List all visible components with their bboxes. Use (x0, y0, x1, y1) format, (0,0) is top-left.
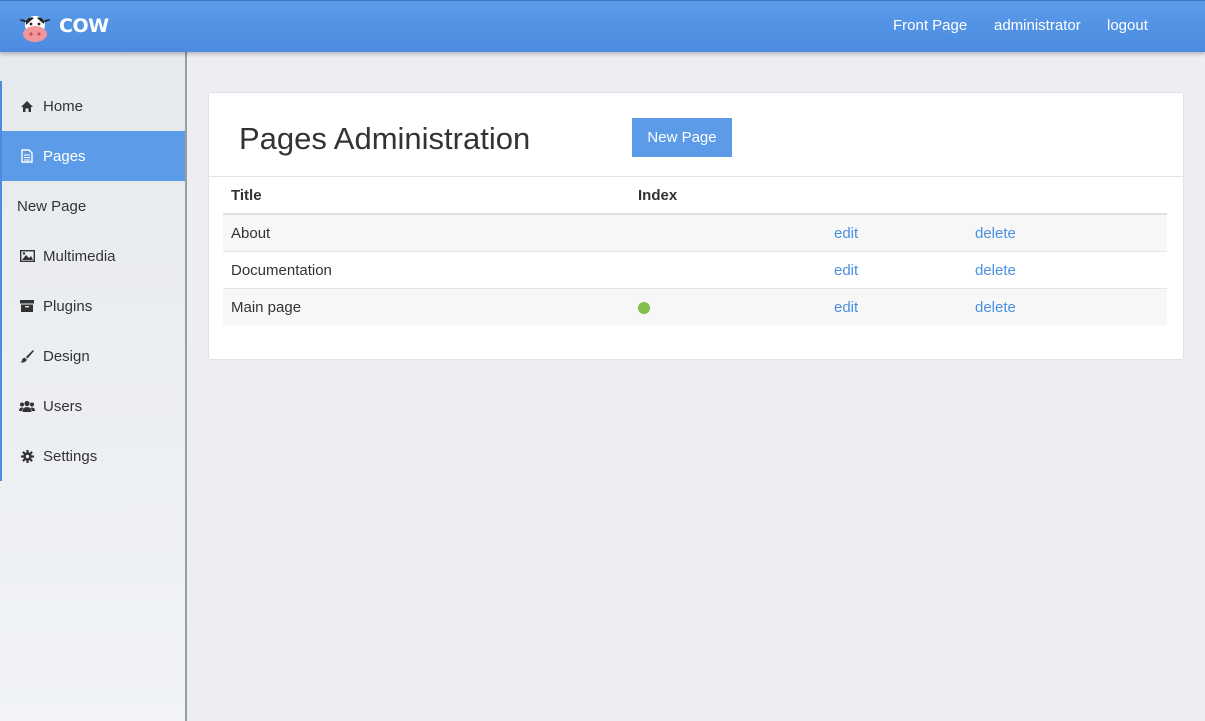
page-title-cell: About (223, 213, 630, 252)
gear-icon (19, 448, 35, 464)
column-header-edit (826, 177, 967, 215)
administrator-link[interactable]: administrator (994, 17, 1081, 34)
brush-icon (19, 348, 35, 364)
page-title: Pages Administration (239, 121, 531, 156)
index-cell (630, 288, 826, 325)
sidebar-item-design[interactable]: Design (2, 331, 185, 381)
page-title-cell: Main page (223, 288, 630, 325)
sidebar-item-users[interactable]: Users (2, 381, 185, 431)
index-cell (630, 213, 826, 252)
sidebar-item-label: Settings (43, 447, 98, 465)
sidebar-item-label: Users (43, 397, 83, 415)
sidebar-item-pages[interactable]: Pages (2, 131, 185, 181)
brand-name[interactable]: COW (59, 15, 109, 37)
sidebar-item-label: Home (43, 97, 84, 115)
delete-link[interactable]: delete (975, 299, 1016, 316)
users-icon (19, 398, 35, 414)
delete-link[interactable]: delete (975, 262, 1016, 279)
table-row: Main page edit delete (223, 288, 1167, 325)
sidebar-item-new-page[interactable]: New Page (2, 181, 200, 231)
table-header-row: Title Index (223, 177, 1167, 215)
column-header-title: Title (223, 177, 630, 215)
page-icon (19, 148, 35, 164)
edit-link[interactable]: edit (834, 299, 858, 316)
sidebar-item-plugins[interactable]: Plugins (2, 281, 185, 331)
image-icon (19, 248, 35, 264)
sidebar-item-label: Multimedia (43, 247, 116, 265)
sidebar-item-label: Plugins (43, 297, 93, 315)
sidebar-item-label: New Page (17, 197, 87, 215)
table-row: About edit delete (223, 213, 1167, 252)
front-page-link[interactable]: Front Page (893, 17, 967, 34)
table-row: Documentation edit delete (223, 251, 1167, 289)
pages-panel: Pages Administration New Page Title Inde… (208, 92, 1184, 360)
sidebar-item-label: Design (43, 347, 90, 365)
cow-logo-icon[interactable] (17, 12, 53, 44)
column-header-index: Index (630, 177, 826, 215)
new-page-button[interactable]: New Page (632, 118, 732, 157)
sidebar-item-label: Pages (43, 147, 86, 165)
pages-table: Title Index About edit delete Documentat… (223, 177, 1167, 325)
sidebar-item-multimedia[interactable]: Multimedia (2, 231, 185, 281)
sidebar: Home Pages New Page Multimedia Plugins D… (0, 51, 187, 721)
logout-link[interactable]: logout (1107, 17, 1148, 34)
index-indicator-dot (638, 301, 650, 314)
edit-link[interactable]: edit (834, 262, 858, 279)
home-icon (19, 98, 35, 114)
archive-icon (19, 298, 35, 314)
top-navbar: COW Front Page administrator logout (0, 0, 1205, 52)
sidebar-item-home[interactable]: Home (2, 81, 185, 131)
index-cell (630, 251, 826, 289)
edit-link[interactable]: edit (834, 225, 858, 242)
column-header-delete (967, 177, 1167, 215)
delete-link[interactable]: delete (975, 225, 1016, 242)
page-title-cell: Documentation (223, 251, 630, 289)
sidebar-item-settings[interactable]: Settings (2, 431, 185, 481)
